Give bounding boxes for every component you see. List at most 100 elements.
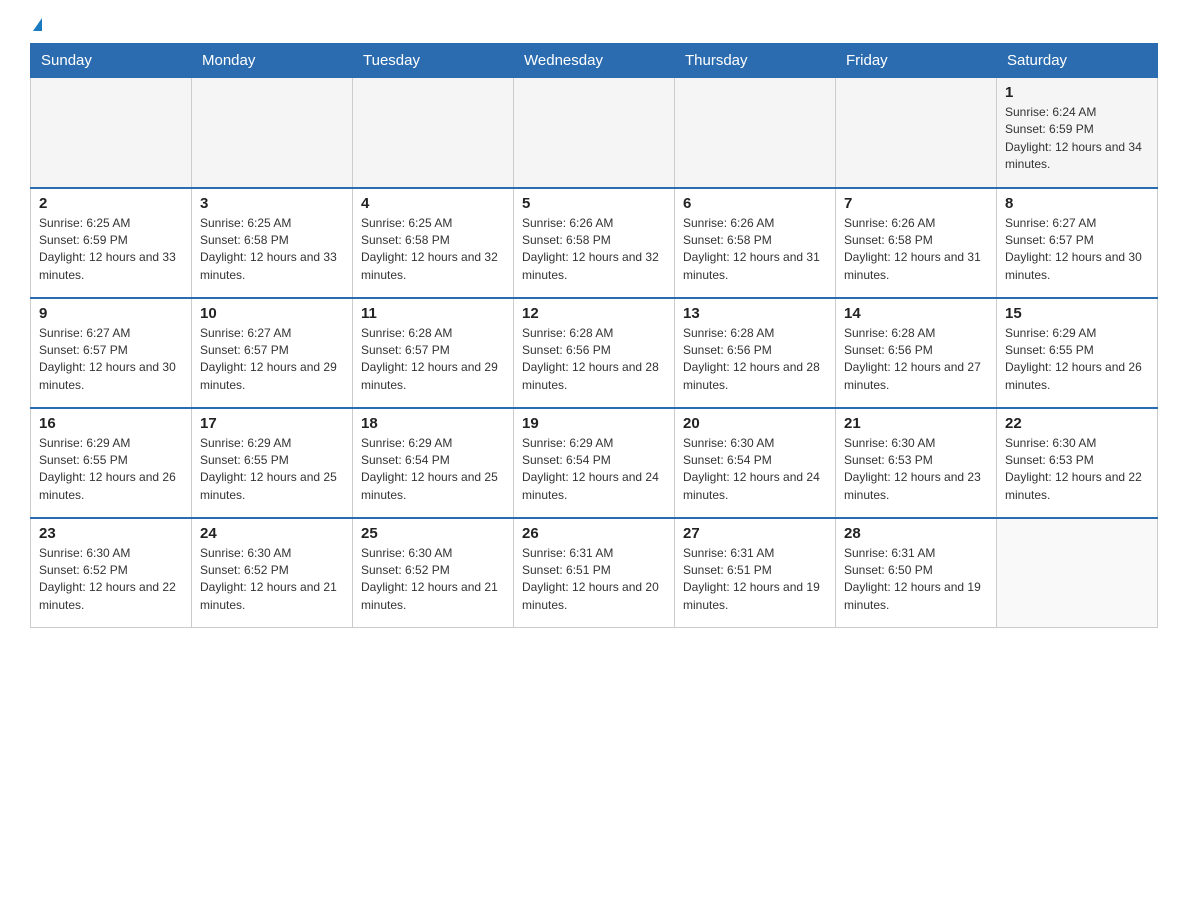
day-number: 14: [844, 305, 988, 322]
calendar-week-row: 2 Sunrise: 6:25 AMSunset: 6:59 PMDaylight…: [31, 188, 1158, 298]
calendar-cell: 17 Sunrise: 6:29 AMSunset: 6:55 PMDayligh…: [192, 408, 353, 518]
day-number: 23: [39, 525, 183, 542]
calendar-cell: [514, 78, 675, 188]
calendar-cell: 11 Sunrise: 6:28 AMSunset: 6:57 PMDayligh…: [353, 298, 514, 408]
calendar-week-row: 9 Sunrise: 6:27 AMSunset: 6:57 PMDaylight…: [31, 298, 1158, 408]
calendar-cell: 3 Sunrise: 6:25 AMSunset: 6:58 PMDaylight…: [192, 188, 353, 298]
day-info: Sunrise: 6:29 AMSunset: 6:54 PMDaylight:…: [522, 435, 666, 505]
calendar-cell: 27 Sunrise: 6:31 AMSunset: 6:51 PMDayligh…: [675, 518, 836, 628]
day-info: Sunrise: 6:30 AMSunset: 6:53 PMDaylight:…: [1005, 435, 1149, 505]
page-header: [30, 20, 1158, 33]
calendar-cell: 20 Sunrise: 6:30 AMSunset: 6:54 PMDayligh…: [675, 408, 836, 518]
day-number: 24: [200, 525, 344, 542]
calendar-cell: [836, 78, 997, 188]
day-number: 8: [1005, 195, 1149, 212]
calendar-cell: 26 Sunrise: 6:31 AMSunset: 6:51 PMDayligh…: [514, 518, 675, 628]
logo-arrow-icon: [33, 18, 42, 31]
calendar-cell: 6 Sunrise: 6:26 AMSunset: 6:58 PMDaylight…: [675, 188, 836, 298]
day-info: Sunrise: 6:30 AMSunset: 6:54 PMDaylight:…: [683, 435, 827, 505]
day-header-friday: Friday: [836, 44, 997, 78]
day-number: 25: [361, 525, 505, 542]
calendar-cell: 28 Sunrise: 6:31 AMSunset: 6:50 PMDayligh…: [836, 518, 997, 628]
day-info: Sunrise: 6:29 AMSunset: 6:54 PMDaylight:…: [361, 435, 505, 505]
day-header-monday: Monday: [192, 44, 353, 78]
calendar-header-row: SundayMondayTuesdayWednesdayThursdayFrid…: [31, 44, 1158, 78]
calendar-cell: 23 Sunrise: 6:30 AMSunset: 6:52 PMDayligh…: [31, 518, 192, 628]
day-info: Sunrise: 6:29 AMSunset: 6:55 PMDaylight:…: [200, 435, 344, 505]
day-number: 28: [844, 525, 988, 542]
calendar-cell: 2 Sunrise: 6:25 AMSunset: 6:59 PMDaylight…: [31, 188, 192, 298]
day-header-saturday: Saturday: [997, 44, 1158, 78]
day-number: 9: [39, 305, 183, 322]
day-number: 11: [361, 305, 505, 322]
day-number: 26: [522, 525, 666, 542]
day-header-sunday: Sunday: [31, 44, 192, 78]
day-info: Sunrise: 6:28 AMSunset: 6:56 PMDaylight:…: [683, 325, 827, 395]
day-number: 12: [522, 305, 666, 322]
calendar-cell: 10 Sunrise: 6:27 AMSunset: 6:57 PMDayligh…: [192, 298, 353, 408]
day-info: Sunrise: 6:28 AMSunset: 6:56 PMDaylight:…: [844, 325, 988, 395]
calendar-cell: 13 Sunrise: 6:28 AMSunset: 6:56 PMDayligh…: [675, 298, 836, 408]
calendar-cell: 4 Sunrise: 6:25 AMSunset: 6:58 PMDaylight…: [353, 188, 514, 298]
day-info: Sunrise: 6:30 AMSunset: 6:52 PMDaylight:…: [200, 545, 344, 615]
day-number: 6: [683, 195, 827, 212]
calendar-cell: 15Sunrise: 6:29 AMSunset: 6:55 PMDayligh…: [997, 298, 1158, 408]
day-info: Sunrise: 6:26 AMSunset: 6:58 PMDaylight:…: [683, 215, 827, 285]
calendar-cell: 16Sunrise: 6:29 AMSunset: 6:55 PMDayligh…: [31, 408, 192, 518]
day-number: 5: [522, 195, 666, 212]
day-number: 13: [683, 305, 827, 322]
day-number: 4: [361, 195, 505, 212]
day-header-wednesday: Wednesday: [514, 44, 675, 78]
calendar-cell: 24 Sunrise: 6:30 AMSunset: 6:52 PMDayligh…: [192, 518, 353, 628]
calendar-cell: 14 Sunrise: 6:28 AMSunset: 6:56 PMDayligh…: [836, 298, 997, 408]
calendar-cell: [31, 78, 192, 188]
day-info: Sunrise: 6:30 AMSunset: 6:52 PMDaylight:…: [39, 545, 183, 615]
day-number: 2: [39, 195, 183, 212]
day-info: Sunrise: 6:24 AMSunset: 6:59 PMDaylight:…: [1005, 104, 1149, 174]
calendar-week-row: 23 Sunrise: 6:30 AMSunset: 6:52 PMDayligh…: [31, 518, 1158, 628]
day-header-tuesday: Tuesday: [353, 44, 514, 78]
day-info: Sunrise: 6:27 AMSunset: 6:57 PMDaylight:…: [200, 325, 344, 395]
day-number: 21: [844, 415, 988, 432]
day-number: 16: [39, 415, 183, 432]
calendar-cell: 25Sunrise: 6:30 AMSunset: 6:52 PMDayligh…: [353, 518, 514, 628]
day-info: Sunrise: 6:25 AMSunset: 6:58 PMDaylight:…: [200, 215, 344, 285]
day-info: Sunrise: 6:25 AMSunset: 6:58 PMDaylight:…: [361, 215, 505, 285]
calendar-cell: 8 Sunrise: 6:27 AMSunset: 6:57 PMDaylight…: [997, 188, 1158, 298]
day-info: Sunrise: 6:26 AMSunset: 6:58 PMDaylight:…: [522, 215, 666, 285]
day-info: Sunrise: 6:30 AMSunset: 6:53 PMDaylight:…: [844, 435, 988, 505]
day-number: 20: [683, 415, 827, 432]
day-number: 1: [1005, 84, 1149, 101]
calendar-table: SundayMondayTuesdayWednesdayThursdayFrid…: [30, 43, 1158, 628]
day-number: 10: [200, 305, 344, 322]
day-info: Sunrise: 6:31 AMSunset: 6:51 PMDaylight:…: [522, 545, 666, 615]
logo: [30, 20, 42, 33]
day-info: Sunrise: 6:28 AMSunset: 6:56 PMDaylight:…: [522, 325, 666, 395]
day-header-thursday: Thursday: [675, 44, 836, 78]
day-info: Sunrise: 6:31 AMSunset: 6:50 PMDaylight:…: [844, 545, 988, 615]
day-info: Sunrise: 6:27 AMSunset: 6:57 PMDaylight:…: [1005, 215, 1149, 285]
day-number: 22: [1005, 415, 1149, 432]
day-number: 7: [844, 195, 988, 212]
day-number: 3: [200, 195, 344, 212]
day-number: 17: [200, 415, 344, 432]
calendar-cell: 9 Sunrise: 6:27 AMSunset: 6:57 PMDaylight…: [31, 298, 192, 408]
day-info: Sunrise: 6:28 AMSunset: 6:57 PMDaylight:…: [361, 325, 505, 395]
calendar-cell: 19 Sunrise: 6:29 AMSunset: 6:54 PMDayligh…: [514, 408, 675, 518]
calendar-cell: 5 Sunrise: 6:26 AMSunset: 6:58 PMDaylight…: [514, 188, 675, 298]
calendar-cell: 7Sunrise: 6:26 AMSunset: 6:58 PMDaylight…: [836, 188, 997, 298]
calendar-cell: 21 Sunrise: 6:30 AMSunset: 6:53 PMDayligh…: [836, 408, 997, 518]
day-info: Sunrise: 6:31 AMSunset: 6:51 PMDaylight:…: [683, 545, 827, 615]
calendar-cell: 18Sunrise: 6:29 AMSunset: 6:54 PMDayligh…: [353, 408, 514, 518]
day-number: 15: [1005, 305, 1149, 322]
calendar-cell: [997, 518, 1158, 628]
day-info: Sunrise: 6:25 AMSunset: 6:59 PMDaylight:…: [39, 215, 183, 285]
calendar-cell: [353, 78, 514, 188]
calendar-cell: 12 Sunrise: 6:28 AMSunset: 6:56 PMDayligh…: [514, 298, 675, 408]
calendar-week-row: 1 Sunrise: 6:24 AMSunset: 6:59 PMDaylight…: [31, 78, 1158, 188]
day-info: Sunrise: 6:27 AMSunset: 6:57 PMDaylight:…: [39, 325, 183, 395]
day-number: 19: [522, 415, 666, 432]
calendar-cell: [192, 78, 353, 188]
calendar-week-row: 16 Sunrise: 6:29 AMSunset: 6:55 PMDayligh…: [31, 408, 1158, 518]
day-number: 27: [683, 525, 827, 542]
